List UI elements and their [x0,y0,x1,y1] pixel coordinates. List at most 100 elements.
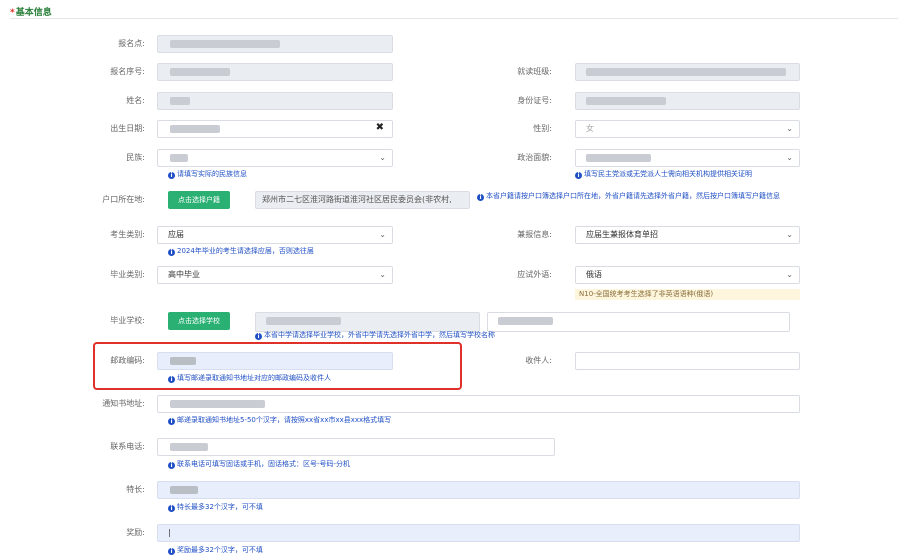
info-icon: i [168,418,175,425]
shenfenzheng-field[interactable] [575,92,800,110]
label-chusheng: 出生日期: [110,124,145,133]
hint-zhengzhi: i 填写民主党派或无党派人士需向相关机构提供相关证明 [575,169,752,179]
info-icon: i [477,194,484,201]
hint-text: 2024年毕业的考生请选择应届，否则选往届 [177,247,314,255]
birthdate-input[interactable]: ✖ [157,120,393,138]
label-shenfenzheng: 身份证号: [517,96,552,105]
award-input[interactable]: | [157,524,800,542]
chevron-down-icon: ⌄ [379,230,386,239]
section-title: *基本信息 [10,8,52,18]
info-icon: i [168,505,175,512]
label-baomingdian: 报名点: [118,39,145,48]
redacted-value [266,317,341,325]
hint-minzu: i 请填写实际的民族信息 [168,169,247,179]
hint-hukou: i 本省户籍请按户口簿选择户口所在地，外省户籍请先选择外省户籍，然后按户口簿填写户… [477,191,802,201]
hint-techang: i 特长最多32个汉字，可不填 [168,502,263,512]
label-jiangli: 奖励: [126,528,145,537]
hint-text: 特长最多32个汉字，可不填 [177,503,263,511]
chevron-down-icon: ⌄ [786,270,793,279]
hint-tongzhishu: i 邮递录取通知书地址5-50个汉字，请按照xx省xx市xx县xxx格式填写 [168,415,391,425]
xingming-field[interactable] [157,92,393,110]
political-select[interactable]: ⌄ [575,149,800,167]
redacted-value [586,154,651,162]
redacted-value [170,40,280,48]
hint-text: 联系电话可填写固话或手机，固话格式：区号-号码-分机 [177,460,351,468]
recipient-input[interactable] [575,352,800,370]
label-kaoshengleibie: 考生类别: [110,230,145,239]
info-icon: i [168,548,175,555]
label-hukou: 户口所在地: [102,195,145,204]
hint-text: 邮递录取通知书地址5-50个汉字，请按照xx省xx市xx县xxx格式填写 [177,416,392,424]
label-xingming: 姓名: [126,96,145,105]
hint-text: 填写民主党派或无党派人士需向相关机构提供相关证明 [584,170,752,178]
hint-text: 奖励最多32个汉字，可不填 [177,546,263,554]
label-techang: 特长: [126,485,145,494]
text-cursor: | [168,528,171,537]
chevron-down-icon: ⌄ [379,153,386,162]
chevron-down-icon: ⌄ [379,270,386,279]
hint-biyexuexiao: i 本省中学请选择毕业学校，外省中学请先选择外省中学，然后填写学校名称 [255,330,495,340]
redacted-value [170,97,190,105]
concurrent-select[interactable]: 应届生兼报体育单招 ⌄ [575,226,800,244]
hint-lianxidianhua: i 联系电话可填写固话或手机，固话格式：区号-号码-分机 [168,459,350,469]
info-icon: i [168,172,175,179]
redacted-value [170,400,265,408]
label-tongzhishu: 通知书地址: [102,399,145,408]
redacted-value [170,125,220,133]
ethnicity-select[interactable]: ⌄ [157,149,393,167]
info-icon: i [255,333,262,340]
hint-jiangli: i 奖励最多32个汉字，可不填 [168,545,263,555]
hukou-field[interactable]: 郑州市二七区淮河路街道淮河社区居民委员会(非农村, [255,191,470,209]
hint-text: 填写邮递录取通知书地址对应的邮政编码及收件人 [177,374,331,382]
section-divider [10,18,898,19]
redacted-value [170,357,196,365]
label-jianbao: 兼报信息: [517,230,552,239]
foreign-language-note: N10-全国统考考生选择了非英语语种(俄语) [575,289,800,300]
info-icon: i [168,376,175,383]
clear-icon[interactable]: ✖ [376,122,384,133]
gender-select[interactable]: 女 ⌄ [575,120,800,138]
label-minzu: 民族: [126,153,145,162]
foreign-language-value: 俄语 [586,270,602,279]
label-xingbie: 性别: [533,124,552,133]
hint-text: 请填写实际的民族信息 [177,170,247,178]
phone-input[interactable] [157,438,555,456]
label-shoujianren: 收件人: [525,356,552,365]
hint-kaoshengleibie: i 2024年毕业的考生请选择应届，否则选往届 [168,246,314,256]
section-title-text: 基本信息 [15,8,52,18]
concurrent-value: 应届生兼报体育单招 [586,230,658,239]
info-icon: i [168,249,175,256]
foreign-language-select[interactable]: 俄语 ⌄ [575,266,800,284]
redacted-value [586,68,786,76]
hint-text: 本省中学请选择毕业学校，外省中学请先选择外省中学，然后填写学校名称 [264,331,495,339]
chevron-down-icon: ⌄ [786,124,793,133]
label-yingshiwaiyu: 应试外语: [517,270,552,279]
chevron-down-icon: ⌄ [786,230,793,239]
select-school-button[interactable]: 点击选择学校 [168,312,230,330]
label-zhengzhi: 政治面貌: [517,153,552,162]
notice-address-input[interactable] [157,395,800,413]
label-baomingxuhao: 报名序号: [110,67,145,76]
specialty-input[interactable] [157,481,800,499]
school-field[interactable] [255,312,480,332]
chevron-down-icon: ⌄ [786,153,793,162]
candidate-type-select[interactable]: 应届 ⌄ [157,226,393,244]
jiudubanji-field[interactable] [575,63,800,81]
graduation-type-select[interactable]: 高中毕业 ⌄ [157,266,393,284]
redacted-value [170,486,198,494]
redacted-value [586,97,666,105]
label-youzheng: 邮政编码: [110,356,145,365]
select-hukou-button[interactable]: 点击选择户籍 [168,191,230,209]
label-biyexuexiao: 毕业学校: [110,316,145,325]
info-icon: i [575,172,582,179]
baomingxuhao-field[interactable] [157,63,393,81]
baomingdian-field[interactable] [157,35,393,53]
candidate-type-value: 应届 [168,230,184,239]
graduation-type-value: 高中毕业 [168,270,200,279]
postal-code-input[interactable] [157,352,393,370]
info-icon: i [168,462,175,469]
gender-value: 女 [586,124,594,133]
school-name-input[interactable] [487,312,790,332]
label-jiudubanji: 就读班级: [517,67,552,76]
hukou-value: 郑州市二七区淮河路街道淮河社区居民委员会(非农村, [262,195,452,204]
